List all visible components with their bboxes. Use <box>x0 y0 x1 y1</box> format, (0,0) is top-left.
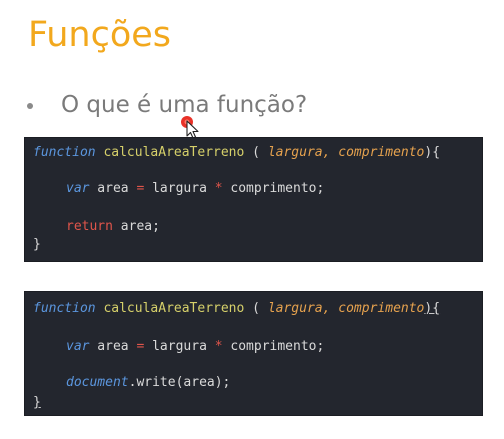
punctuation: ){ <box>424 301 441 316</box>
bullet-dot <box>27 103 33 109</box>
code-line: } <box>33 394 41 412</box>
identifier: area <box>89 181 137 196</box>
parameter: largura <box>267 301 323 316</box>
identifier: comprimento; <box>222 181 325 196</box>
bullet-item: O que é uma função? <box>27 88 307 122</box>
keyword: function <box>33 301 96 316</box>
code-line: } <box>33 236 41 254</box>
punctuation: , <box>322 145 339 160</box>
code-line: var area = largura * comprimento; <box>66 338 324 356</box>
punctuation: ( <box>244 301 268 316</box>
punctuation: , <box>322 301 339 316</box>
identifier: area; <box>112 219 160 234</box>
parameter: comprimento <box>338 301 425 316</box>
identifier: largura <box>144 339 215 354</box>
punctuation: } <box>33 395 41 410</box>
keyword: var <box>66 339 90 354</box>
object-name: document <box>66 375 129 390</box>
code-block-2: function calculaAreaTerreno ( largura, c… <box>24 291 483 416</box>
identifier: .write(area); <box>128 375 231 390</box>
identifier: largura <box>144 181 215 196</box>
punctuation: } <box>33 237 41 252</box>
keyword: function <box>33 145 96 160</box>
function-name: calculaAreaTerreno <box>103 301 245 316</box>
parameter: largura <box>267 145 323 160</box>
code-block-1: function calculaAreaTerreno ( largura, c… <box>24 137 483 262</box>
operator: * <box>214 339 223 354</box>
code-line: function calculaAreaTerreno ( largura, c… <box>33 144 440 162</box>
code-line: function calculaAreaTerreno ( largura, c… <box>33 300 440 318</box>
punctuation: ( <box>244 145 268 160</box>
punctuation: ){ <box>424 145 441 160</box>
code-line: return area; <box>66 218 160 236</box>
operator: * <box>214 181 223 196</box>
function-name: calculaAreaTerreno <box>103 145 245 160</box>
identifier: comprimento; <box>222 339 325 354</box>
keyword: var <box>66 181 90 196</box>
code-line: document.write(area); <box>66 374 230 392</box>
code-line: var area = largura * comprimento; <box>66 180 324 198</box>
slide-title: Funções <box>28 15 172 55</box>
parameter: comprimento <box>338 145 425 160</box>
identifier: area <box>89 339 137 354</box>
keyword: return <box>66 219 113 234</box>
